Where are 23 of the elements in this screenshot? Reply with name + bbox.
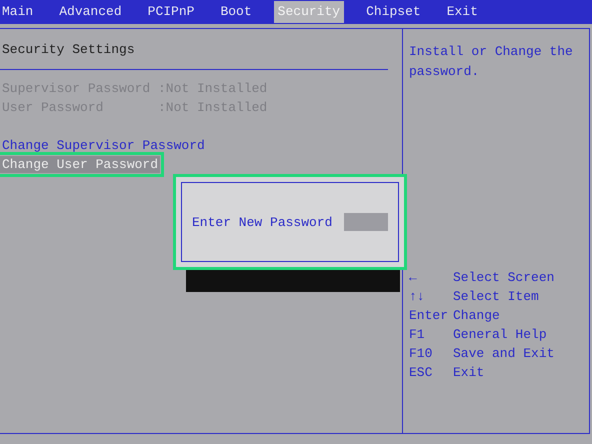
menu-option[interactable]: Change Supervisor Password bbox=[0, 137, 207, 154]
key-action: Save and Exit bbox=[453, 346, 554, 361]
password-field[interactable] bbox=[344, 213, 388, 231]
key-label: ← bbox=[409, 269, 418, 287]
key-label: F1 bbox=[409, 326, 426, 344]
key-action: Change bbox=[453, 308, 500, 323]
key-label: F10 bbox=[409, 345, 434, 363]
key-action: Select Screen bbox=[453, 270, 554, 285]
menu-tab[interactable]: Chipset bbox=[362, 1, 425, 23]
key-action: Exit bbox=[453, 365, 484, 380]
menu-tab[interactable]: Advanced bbox=[55, 1, 126, 23]
section-title: Security Settings bbox=[1, 42, 136, 57]
key-action: Select Item bbox=[453, 289, 539, 304]
menu-tab[interactable]: Exit bbox=[442, 1, 482, 23]
dialog-label: Enter New Password bbox=[192, 214, 332, 230]
key-label: Enter bbox=[409, 307, 450, 325]
key-label: ↑↓ bbox=[409, 288, 426, 306]
help-text: Install or Change the password. bbox=[409, 43, 574, 81]
key-label: ESC bbox=[409, 364, 434, 382]
menu-tab[interactable]: Main bbox=[0, 1, 38, 23]
menu-tab[interactable]: PCIPnP bbox=[144, 1, 198, 23]
menu-tab[interactable]: Boot bbox=[216, 1, 256, 23]
key-action: General Help bbox=[453, 327, 547, 342]
